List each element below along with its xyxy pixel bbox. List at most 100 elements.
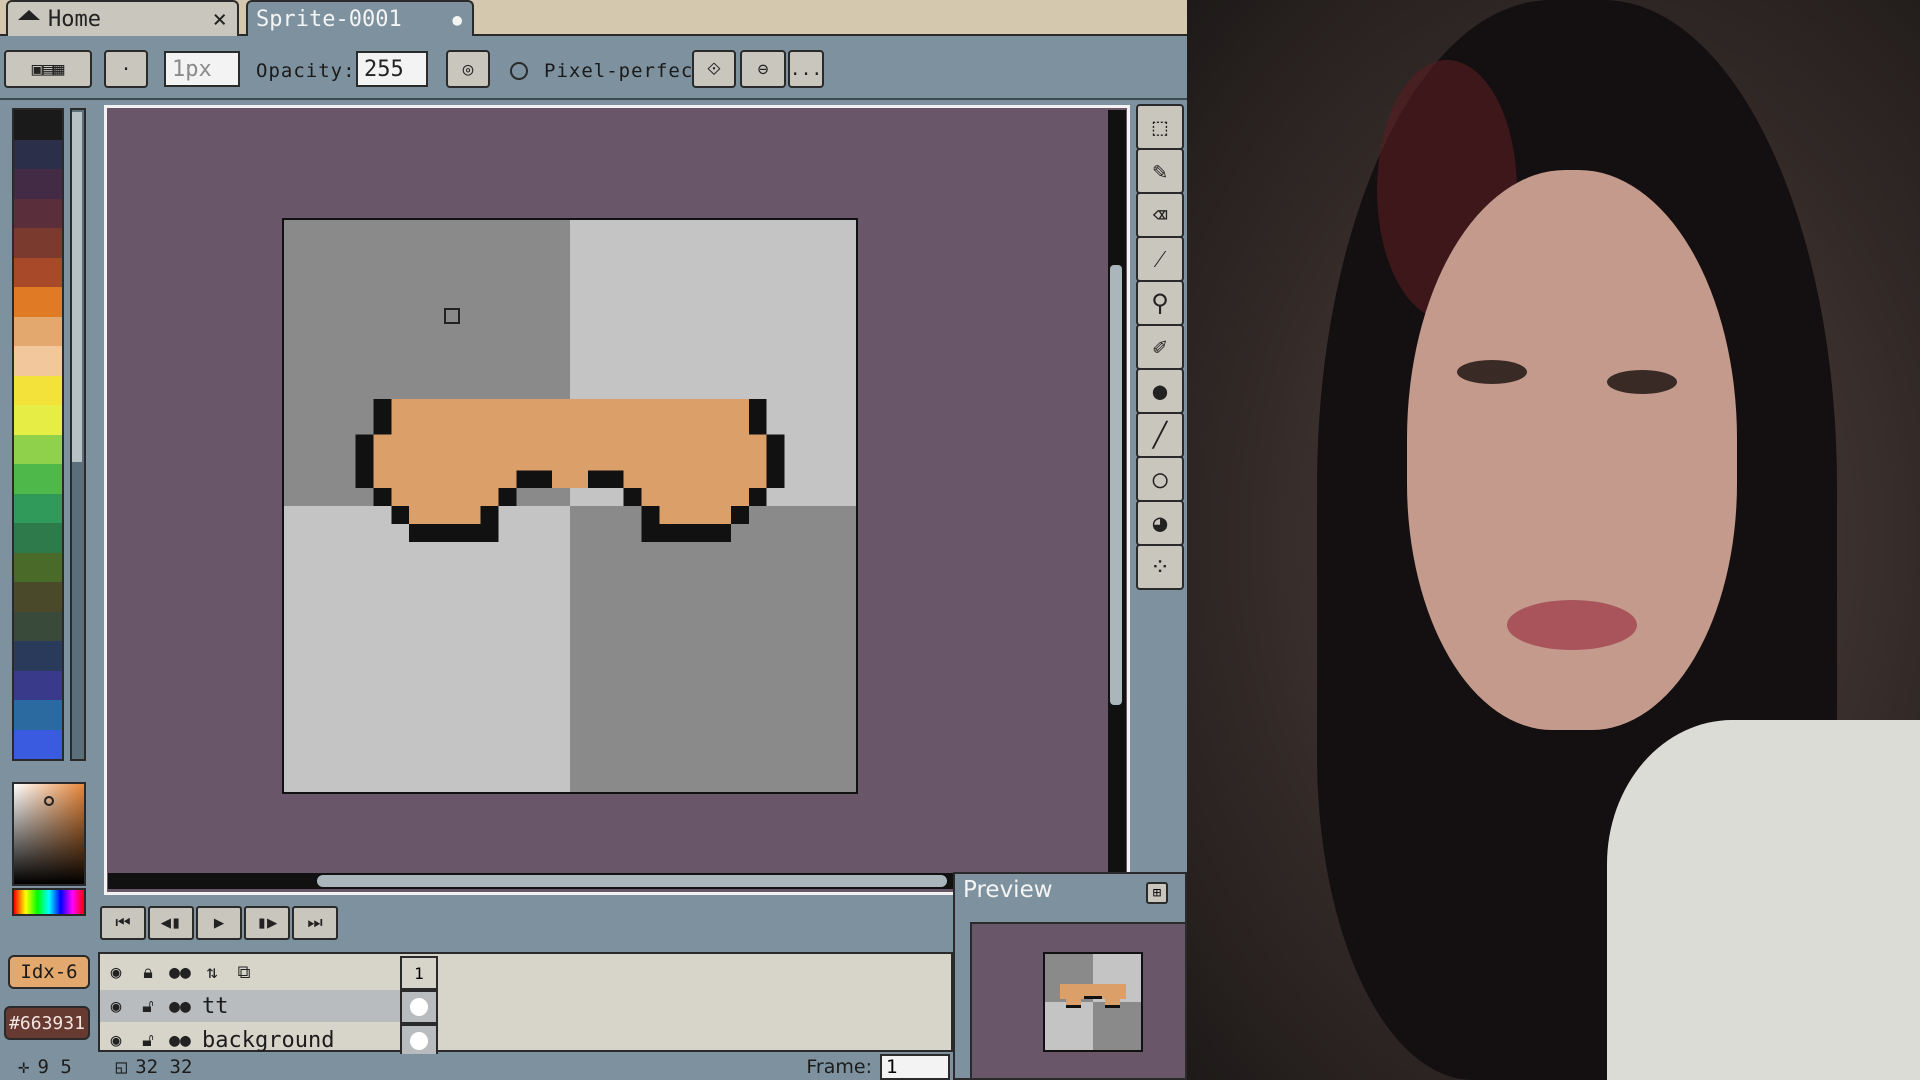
- background-color-hex[interactable]: #663931: [4, 1006, 90, 1040]
- close-icon[interactable]: ×: [213, 5, 227, 33]
- maximize-icon[interactable]: ⊞: [1146, 882, 1168, 904]
- palette-swatch[interactable]: [14, 464, 62, 494]
- frame-header[interactable]: 1: [400, 956, 438, 990]
- ellipse-icon[interactable]: ◯: [1136, 456, 1184, 502]
- continuous-icon[interactable]: ●●: [164, 991, 196, 1021]
- layer-row[interactable]: ◉ 🔓︎ ●● background: [100, 1024, 408, 1056]
- palette-swatch[interactable]: [14, 670, 62, 700]
- mouth: [1507, 600, 1637, 650]
- spectrum-cursor: [44, 796, 54, 806]
- brush-size-input[interactable]: 1px: [164, 51, 240, 87]
- webcam-feed: [1187, 0, 1920, 1080]
- marquee-icon[interactable]: ⬚: [1136, 104, 1184, 150]
- tab-sprite-label: Sprite-0001: [256, 6, 402, 32]
- palette-swatch[interactable]: [14, 641, 62, 671]
- continuous-icon[interactable]: ⧉: [228, 957, 260, 987]
- palette-swatch[interactable]: [14, 434, 62, 464]
- palette-swatch[interactable]: [14, 700, 62, 730]
- lock-icon[interactable]: 🔒︎: [132, 957, 164, 987]
- pixel-perfect-checkbox[interactable]: [510, 62, 528, 80]
- cel[interactable]: [400, 1024, 438, 1058]
- palette-swatch[interactable]: [14, 198, 62, 228]
- palette-swatch[interactable]: [14, 405, 62, 435]
- palette-swatch[interactable]: [14, 287, 62, 317]
- link-cels-icon[interactable]: ⇅: [196, 957, 228, 987]
- palette-swatch[interactable]: [14, 375, 62, 405]
- hue-slider[interactable]: [12, 888, 86, 916]
- glasses-sprite: [355, 398, 785, 542]
- canvas-size-icon: ◱: [115, 1056, 128, 1078]
- palette-swatch[interactable]: [14, 346, 62, 376]
- palette-swatch[interactable]: [14, 257, 62, 287]
- animation-controls: ⏮ ◀▮ ▶ ▮▶ ⏭: [100, 906, 340, 942]
- palette-swatch[interactable]: [14, 316, 62, 346]
- first-frame-button[interactable]: ⏮: [100, 906, 146, 940]
- palette-swatch[interactable]: [14, 552, 62, 582]
- symmetry-vertical-button[interactable]: ⟐: [692, 50, 736, 88]
- palette-scrollbar-thumb[interactable]: [72, 112, 82, 462]
- play-button[interactable]: ▶: [196, 906, 242, 940]
- onion-skin-icon[interactable]: ●●: [164, 957, 196, 987]
- layer-name: background: [202, 1027, 335, 1053]
- palette-swatch[interactable]: [14, 523, 62, 553]
- canvas-vertical-scrollbar-thumb[interactable]: [1110, 265, 1122, 705]
- tab-home-label: Home: [48, 6, 101, 32]
- eraser-icon[interactable]: ⌫: [1136, 192, 1184, 238]
- preview-glasses: [1060, 984, 1126, 1008]
- previous-frame-button[interactable]: ◀▮: [148, 906, 194, 940]
- cursor-position: 9 5: [37, 1056, 72, 1078]
- context-toolbar: ▣▤▦ · 1px Opacity: 255 ◎ Pixel-perfect ⟐…: [0, 38, 1187, 100]
- palette-swatch[interactable]: [14, 228, 62, 258]
- color-palette: [12, 108, 64, 761]
- visibility-icon[interactable]: ◉: [100, 957, 132, 987]
- opacity-settings-button[interactable]: ◎: [446, 50, 490, 88]
- timeline-header: ◉ 🔒︎ ●● ⇅ ⧉: [100, 956, 408, 988]
- canvas-horizontal-scrollbar-thumb[interactable]: [317, 875, 947, 887]
- visibility-icon[interactable]: ◉: [100, 991, 132, 1021]
- spray-icon[interactable]: ⁘: [1136, 544, 1184, 590]
- shirt: [1607, 720, 1920, 1080]
- pixel-cursor: [444, 308, 460, 324]
- layer-row[interactable]: ◉ 🔓︎ ●● tt: [100, 990, 408, 1022]
- continuous-icon[interactable]: ●●: [164, 1025, 196, 1055]
- layer-name: tt: [202, 993, 229, 1019]
- opacity-input[interactable]: 255: [356, 51, 428, 87]
- zoom-icon[interactable]: ⚲: [1136, 280, 1184, 326]
- sprite-canvas[interactable]: [282, 218, 858, 794]
- lock-icon[interactable]: 🔓︎: [132, 991, 164, 1021]
- cel[interactable]: [400, 990, 438, 1024]
- eyedropper-icon[interactable]: ⁄: [1136, 236, 1184, 282]
- brush-type-button[interactable]: ·: [104, 50, 148, 88]
- palette-swatch[interactable]: [14, 493, 62, 523]
- visibility-icon[interactable]: ◉: [100, 1025, 132, 1055]
- brush-icon[interactable]: ✐: [1136, 324, 1184, 370]
- tool-bar: ⬚ ✎ ⌫ ⁄ ⚲ ✐ ● ╱ ◯ ◕ ⁘: [1136, 104, 1184, 594]
- palette-swatch[interactable]: [14, 110, 62, 140]
- home-icon: [18, 10, 40, 20]
- line-icon[interactable]: ╱: [1136, 412, 1184, 458]
- foreground-color-index[interactable]: Idx-6: [8, 955, 90, 989]
- pixel-perfect-label: Pixel-perfect: [544, 60, 706, 82]
- status-bar: ✛ 9 5 ◱ 32 32 Frame:: [0, 1054, 960, 1080]
- palette-swatch[interactable]: [14, 729, 62, 759]
- left-eye: [1457, 360, 1527, 384]
- symmetry-horizontal-button[interactable]: ⊖: [740, 50, 786, 88]
- frame-input[interactable]: 1: [880, 1054, 950, 1080]
- tab-home[interactable]: Home ×: [6, 0, 239, 36]
- palette-swatch[interactable]: [14, 582, 62, 612]
- next-frame-button[interactable]: ▮▶: [244, 906, 290, 940]
- fill-icon[interactable]: ●: [1136, 368, 1184, 414]
- more-options-button[interactable]: ...: [788, 50, 824, 88]
- palette-swatch[interactable]: [14, 611, 62, 641]
- last-frame-button[interactable]: ⏭: [292, 906, 338, 940]
- tab-sprite[interactable]: Sprite-0001 ●: [246, 0, 474, 36]
- lock-icon[interactable]: 🔓︎: [132, 1025, 164, 1055]
- frame-label: Frame:: [806, 1056, 872, 1078]
- pencil-icon[interactable]: ✎: [1136, 148, 1184, 194]
- palette-swatch[interactable]: [14, 169, 62, 199]
- palette-swatch[interactable]: [14, 139, 62, 169]
- blur-icon[interactable]: ◕: [1136, 500, 1184, 546]
- modified-dot-icon[interactable]: ●: [452, 10, 462, 29]
- tab-bar: Home × Sprite-0001 ●: [0, 0, 1187, 36]
- ink-options-button[interactable]: ▣▤▦: [4, 50, 92, 88]
